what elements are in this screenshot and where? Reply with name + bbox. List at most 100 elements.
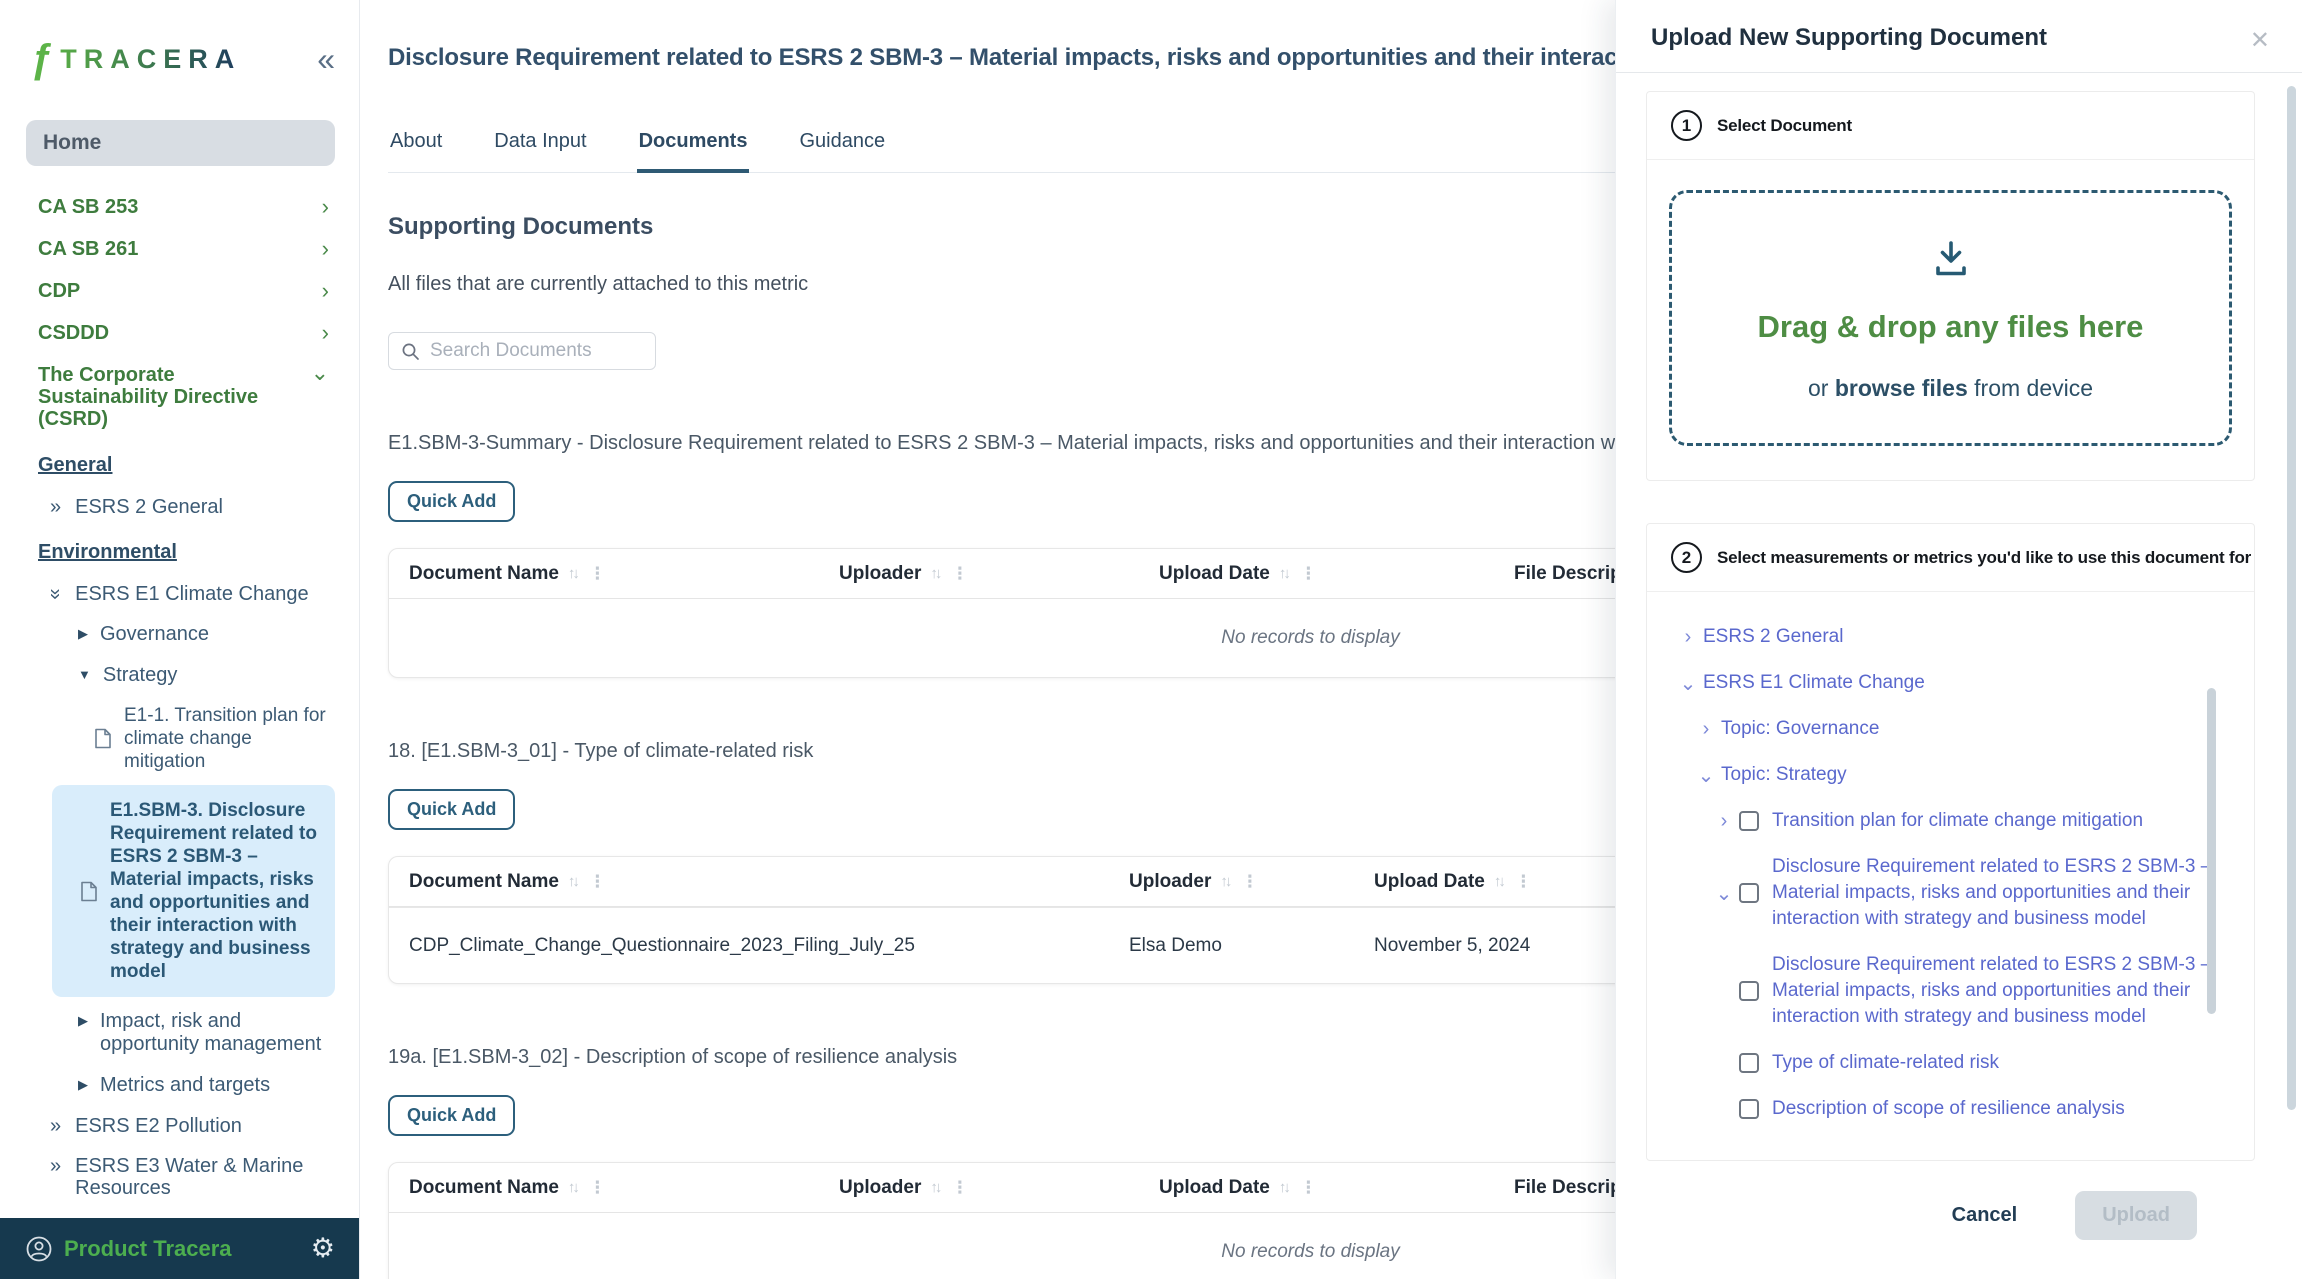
chevron-right-icon[interactable]: ›	[1709, 810, 1739, 833]
tab-about[interactable]: About	[388, 130, 444, 172]
tree-item-label[interactable]: ESRS E1 Climate Change	[1703, 670, 1925, 696]
sidebar-item-governance[interactable]: ▶ Governance	[26, 614, 335, 655]
column-menu-icon[interactable]: ⋮	[589, 872, 606, 892]
column-header-upload-date[interactable]: Upload Date ↑↓ ⋮	[1139, 563, 1494, 585]
sort-icon[interactable]: ↑↓	[568, 565, 577, 582]
chevron-right-icon[interactable]: ›	[1691, 718, 1721, 741]
sort-icon[interactable]: ↑↓	[1279, 1179, 1288, 1196]
sidebar-item-e1-sbm-3-selected[interactable]: E1.SBM-3. Disclosure Requirement related…	[52, 785, 335, 997]
tab-guidance[interactable]: Guidance	[797, 130, 887, 172]
column-header-document-name[interactable]: Document Name ↑↓ ⋮	[389, 563, 819, 585]
tree-item-label[interactable]: Type of climate-related risk	[1772, 1050, 1999, 1076]
panel-scrollbar-thumb[interactable]	[2287, 86, 2296, 1110]
tree-item-label[interactable]: Topic: Governance	[1721, 716, 1879, 742]
sidebar-item-esrs-e2-pollution[interactable]: » ESRS E2 Pollution	[26, 1106, 335, 1146]
sidebar-item-esrs-e1-climate-change[interactable]: » ESRS E1 Climate Change	[26, 574, 335, 614]
sort-icon[interactable]: ↑↓	[568, 873, 577, 890]
tree-scrollbar-thumb[interactable]	[2207, 688, 2216, 1014]
column-header-document-name[interactable]: Document Name ↑↓ ⋮	[389, 1177, 819, 1199]
search-box[interactable]	[388, 332, 656, 370]
tree-item-disclosure-requirement-child[interactable]: Disclosure Requirement related to ESRS 2…	[1647, 942, 2214, 1040]
empty-table-message: No records to display	[389, 599, 1615, 677]
column-menu-icon[interactable]: ⋮	[1515, 872, 1532, 892]
column-menu-icon[interactable]: ⋮	[1241, 872, 1258, 892]
checkbox[interactable]	[1739, 1053, 1759, 1073]
sidebar-item-csddd[interactable]: CSDDD ›	[26, 312, 335, 354]
tree-item-description-scope-resilience[interactable]: Description of scope of resilience analy…	[1647, 1086, 2214, 1132]
chevron-down-icon[interactable]: ⌄	[1709, 881, 1739, 906]
file-dropzone[interactable]: Drag & drop any files here or browse fil…	[1669, 190, 2232, 446]
checkbox[interactable]	[1739, 1099, 1759, 1119]
sidebar-item-metrics-and-targets[interactable]: ▶ Metrics and targets	[26, 1065, 335, 1106]
tab-documents[interactable]: Documents	[637, 130, 750, 173]
search-input[interactable]	[430, 340, 643, 362]
sidebar-item-esrs-e3-water[interactable]: » ESRS E3 Water & Marine Resources	[26, 1146, 335, 1208]
tree-item-type-of-climate-related-risk[interactable]: Type of climate-related risk	[1647, 1040, 2214, 1086]
sort-icon[interactable]: ↑↓	[568, 1179, 577, 1196]
column-header-upload-date[interactable]: Upload Date ↑↓ ⋮	[1354, 871, 1615, 893]
gear-icon[interactable]: ⚙	[311, 1233, 335, 1264]
checkbox[interactable]	[1739, 811, 1759, 831]
column-header-uploader[interactable]: Uploader ↑↓ ⋮	[819, 1177, 1139, 1199]
user-name[interactable]: Product Tracera	[64, 1236, 232, 1262]
sort-icon[interactable]: ↑↓	[1220, 873, 1229, 890]
tree-item-esrs-e1-climate-change[interactable]: ⌄ ESRS E1 Climate Change	[1647, 660, 2214, 706]
sidebar-collapse-icon[interactable]: «	[317, 47, 335, 71]
sidebar-item-strategy[interactable]: ▼ Strategy	[26, 655, 335, 696]
double-chevron-right-icon: »	[50, 496, 61, 518]
checkbox[interactable]	[1739, 883, 1759, 903]
upload-button[interactable]: Upload	[2075, 1191, 2197, 1240]
column-menu-icon[interactable]: ⋮	[951, 1178, 968, 1198]
sidebar-item-home[interactable]: Home	[26, 120, 335, 166]
chevron-down-icon[interactable]: ⌄	[1691, 763, 1721, 788]
cancel-button[interactable]: Cancel	[1952, 1204, 2018, 1227]
tree-item-transition-plan[interactable]: › Transition plan for climate change mit…	[1647, 798, 2214, 844]
close-icon[interactable]: ✕	[2250, 26, 2270, 55]
chevron-right-icon[interactable]: ›	[1673, 626, 1703, 649]
sort-icon[interactable]: ↑↓	[930, 1179, 939, 1196]
column-header-file-description[interactable]: File Descrip	[1494, 1177, 1615, 1199]
tree-item-esrs-2-general[interactable]: › ESRS 2 General	[1647, 614, 2214, 660]
sidebar-item-ca-sb-253[interactable]: CA SB 253 ›	[26, 186, 335, 228]
sidebar-item-csrd[interactable]: The Corporate Sustainability Directive (…	[26, 354, 335, 440]
tree-item-topic-strategy[interactable]: ⌄ Topic: Strategy	[1647, 752, 2214, 798]
quick-add-button[interactable]: Quick Add	[388, 481, 515, 522]
column-header-uploader[interactable]: Uploader ↑↓ ⋮	[1109, 871, 1354, 893]
chevron-right-icon: ›	[322, 240, 329, 258]
tab-data-input[interactable]: Data Input	[492, 130, 588, 172]
column-header-uploader[interactable]: Uploader ↑↓ ⋮	[819, 563, 1139, 585]
chevron-right-icon: ›	[322, 282, 329, 300]
table-row[interactable]: CDP_Climate_Change_Questionnaire_2023_Fi…	[389, 907, 1615, 983]
checkbox[interactable]	[1739, 981, 1759, 1001]
download-icon	[1927, 235, 1975, 283]
column-header-document-name[interactable]: Document Name ↑↓ ⋮	[389, 871, 1109, 893]
quick-add-button[interactable]: Quick Add	[388, 1095, 515, 1136]
sidebar-item-e1-1-transition-plan[interactable]: E1-1. Transition plan for climate change…	[26, 696, 335, 781]
sort-icon[interactable]: ↑↓	[1279, 565, 1288, 582]
sidebar-item-esrs-e4-biodiversity[interactable]: » ESRS E4 Biodiversity and Ecosystems	[26, 1208, 335, 1218]
browse-files-link[interactable]: browse files	[1835, 375, 1968, 401]
column-menu-icon[interactable]: ⋮	[951, 564, 968, 584]
column-menu-icon[interactable]: ⋮	[589, 564, 606, 584]
column-menu-icon[interactable]: ⋮	[1300, 1178, 1317, 1198]
tree-item-label[interactable]: Description of scope of resilience analy…	[1772, 1096, 2125, 1122]
tree-item-label[interactable]: Topic: Strategy	[1721, 762, 1847, 788]
tree-item-label[interactable]: Transition plan for climate change mitig…	[1772, 808, 2143, 834]
quick-add-button[interactable]: Quick Add	[388, 789, 515, 830]
sidebar-item-cdp[interactable]: CDP ›	[26, 270, 335, 312]
tree-item-label[interactable]: Disclosure Requirement related to ESRS 2…	[1772, 952, 2214, 1030]
sidebar-item-ca-sb-261[interactable]: CA SB 261 ›	[26, 228, 335, 270]
sidebar-item-impact-risk-opportunity[interactable]: ▶ Impact, risk and opportunity managemen…	[26, 1001, 335, 1065]
column-header-file-description[interactable]: File Descrip	[1494, 563, 1615, 585]
column-menu-icon[interactable]: ⋮	[1300, 564, 1317, 584]
column-header-upload-date[interactable]: Upload Date ↑↓ ⋮	[1139, 1177, 1494, 1199]
tree-item-disclosure-requirement-parent[interactable]: ⌄ Disclosure Requirement related to ESRS…	[1647, 844, 2214, 942]
tree-item-label[interactable]: Disclosure Requirement related to ESRS 2…	[1772, 854, 2214, 932]
sort-icon[interactable]: ↑↓	[1494, 873, 1503, 890]
sidebar-item-esrs-2-general[interactable]: » ESRS 2 General	[26, 487, 335, 527]
tree-item-topic-governance[interactable]: › Topic: Governance	[1647, 706, 2214, 752]
column-menu-icon[interactable]: ⋮	[589, 1178, 606, 1198]
sort-icon[interactable]: ↑↓	[930, 565, 939, 582]
chevron-down-icon[interactable]: ⌄	[1673, 671, 1703, 696]
tree-item-label[interactable]: ESRS 2 General	[1703, 624, 1843, 650]
